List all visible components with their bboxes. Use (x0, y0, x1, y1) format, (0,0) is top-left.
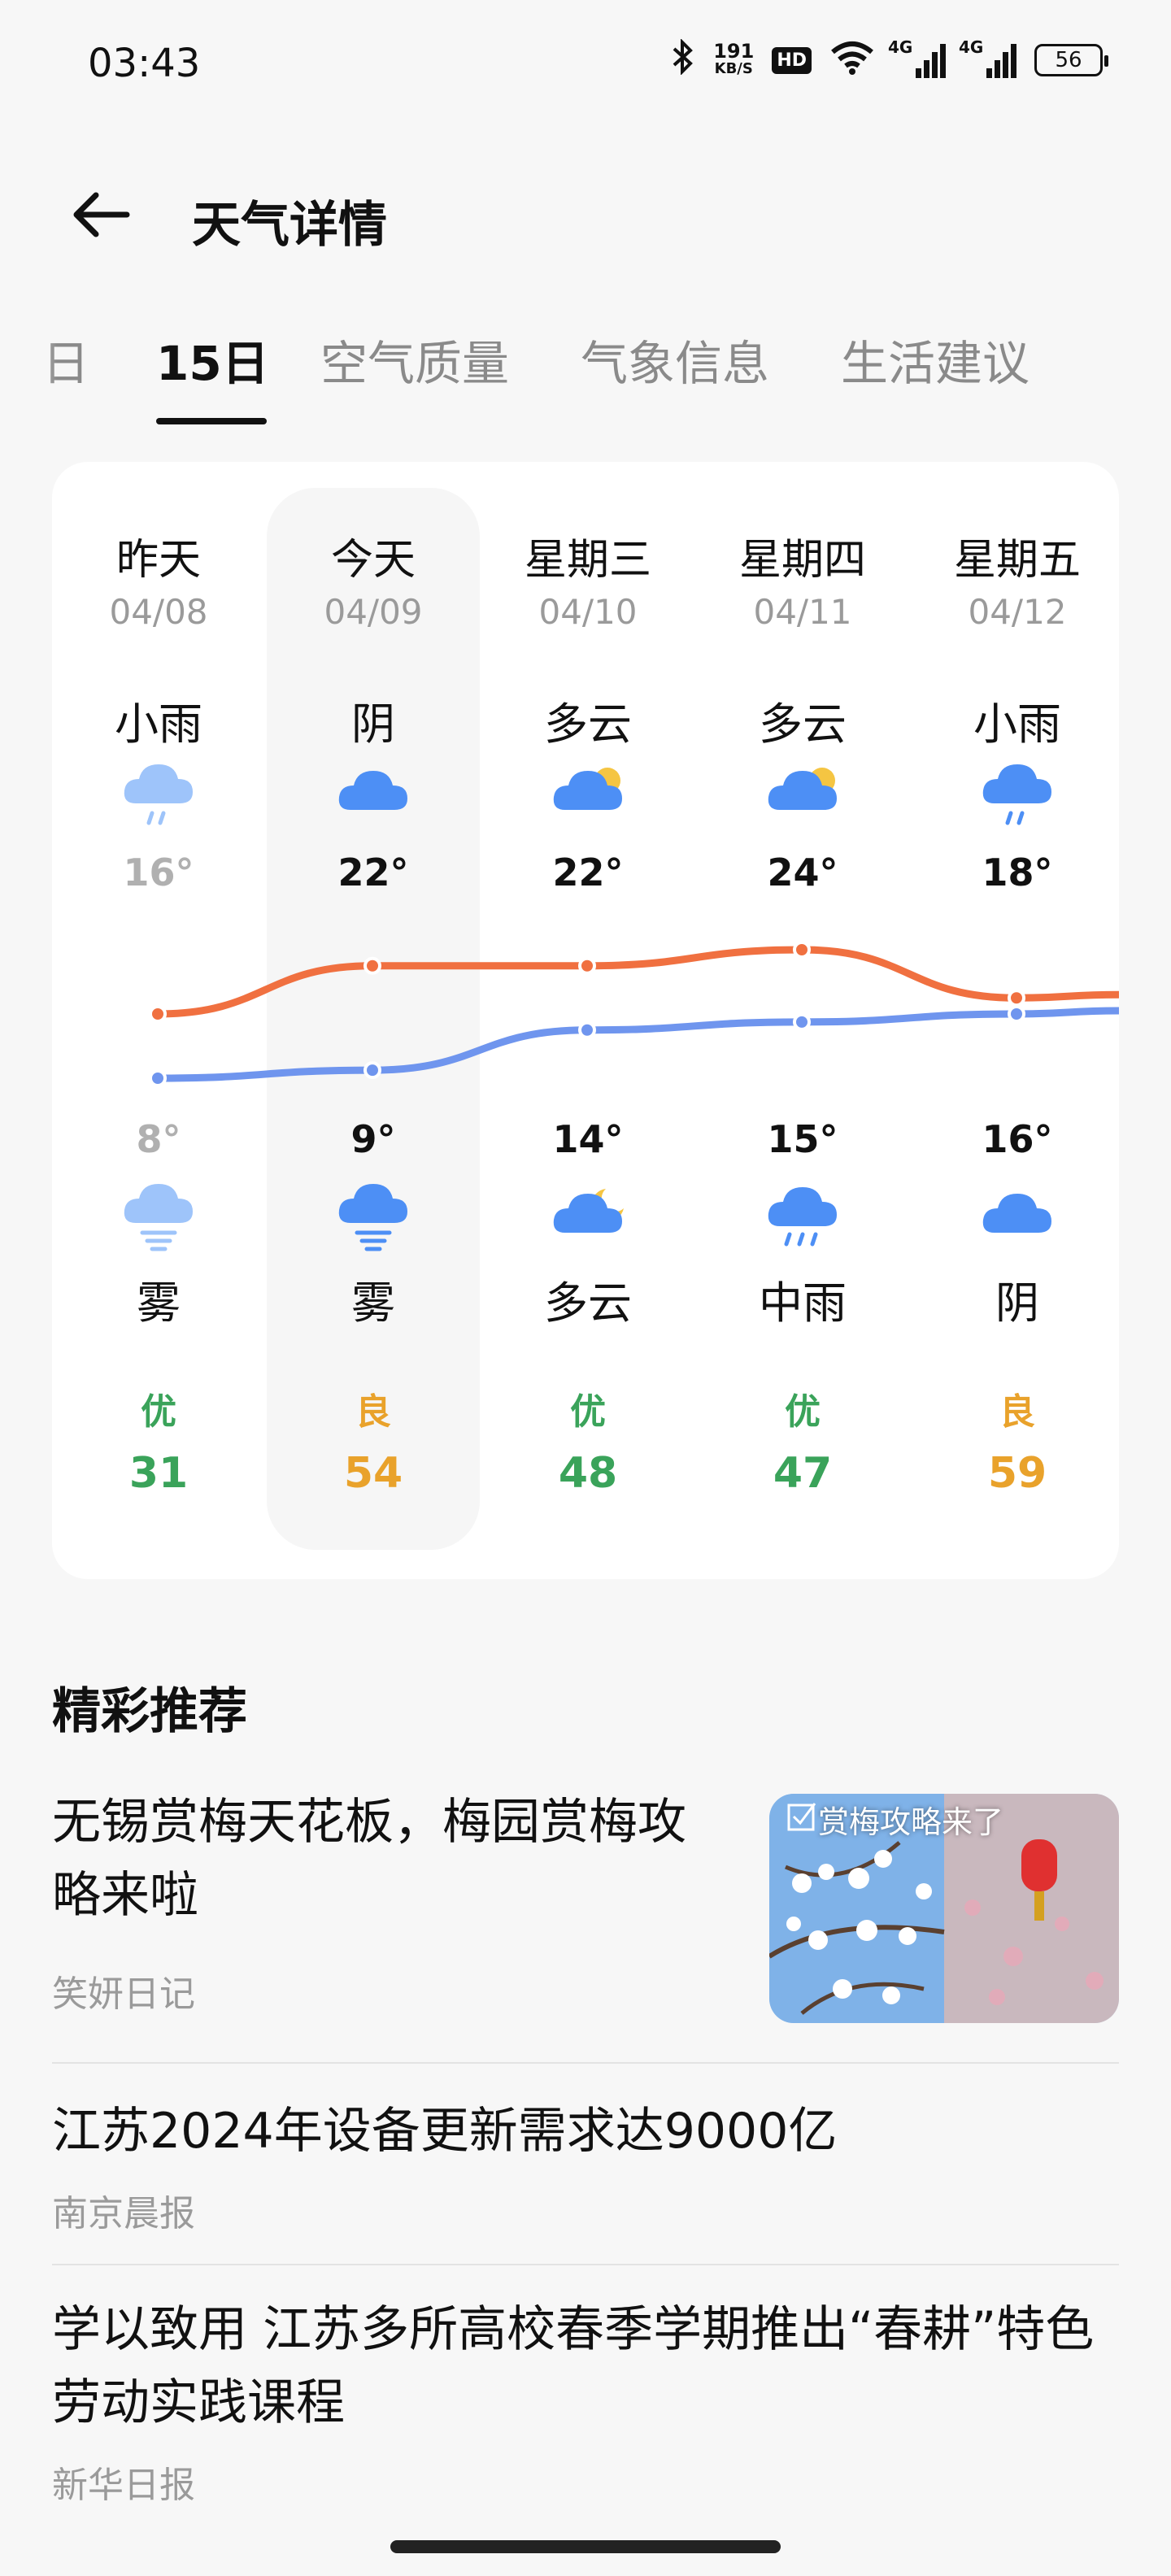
battery-level: 56 (1055, 48, 1082, 72)
hd-voice-icon: HD (772, 46, 812, 74)
cellular-signal-icon-2: 4G (959, 37, 1016, 78)
forecast-day-column[interactable]: 今天 04/09 阴 22° 9° 雾 良 54 (267, 462, 480, 1579)
news-source: 南京晨报 (52, 2193, 195, 2234)
low-temp: 16° (982, 1117, 1053, 1161)
tab-active-indicator (156, 418, 267, 424)
checkbox-icon (787, 1803, 816, 1831)
aqi-value: 47 (773, 1449, 833, 1498)
low-temp: 14° (552, 1117, 624, 1161)
news-title: 学以致用 江苏多所高校春季学期推出“春耕”特色劳动实践课程 (52, 2301, 1095, 2431)
news-source: 新华日报 (52, 2465, 195, 2506)
light-rain-icon (118, 753, 199, 834)
moderate-rain-icon (762, 1176, 843, 1257)
network-speed-value: 191 (713, 40, 755, 63)
day-condition: 多云 (759, 698, 847, 750)
night-condition: 雾 (351, 1277, 395, 1329)
low-temp: 9° (350, 1117, 396, 1161)
tab-weather-info[interactable]: 气象信息 (581, 325, 769, 394)
day-condition: 小雨 (973, 698, 1061, 750)
aqi-level: 优 (141, 1391, 176, 1433)
aqi-value: 48 (558, 1449, 618, 1498)
high-temp: 16° (123, 851, 194, 894)
night-condition: 中雨 (759, 1277, 847, 1329)
aqi-level: 优 (785, 1391, 821, 1433)
day-name: 昨天 (115, 536, 201, 585)
day-name: 星期四 (738, 536, 866, 585)
signal-type-label-2: 4G (959, 37, 984, 57)
fog-icon (118, 1176, 199, 1257)
status-bar: 03:43 191 KB/S HD 4G 4G 56 (0, 0, 1171, 130)
news-source: 笑妍日记 (52, 1973, 195, 2015)
day-name: 今天 (330, 536, 416, 585)
night-condition: 多云 (544, 1277, 632, 1329)
day-date: 04/09 (324, 592, 423, 632)
forecast-day-column[interactable]: 星期四 04/11 多云 24° 15° 中雨 优 47 (696, 462, 909, 1579)
overcast-icon (977, 1176, 1058, 1257)
forecast-day-column[interactable]: 星期三 04/10 多云 22° 14° 多云 优 48 (481, 462, 694, 1579)
aqi-level: 优 (570, 1391, 606, 1433)
news-item[interactable]: 江苏2024年设备更新需求达9000亿 南京晨报 (52, 2095, 1119, 2236)
forecast-day-column[interactable]: 星期五 04/12 小雨 18° 16° 阴 良 59 (911, 462, 1119, 1579)
aqi-value: 54 (343, 1449, 403, 1498)
forecast-card[interactable]: 昨天 04/08 小雨 16° 8° 雾 优 31 今天 04/09 阴 22° … (52, 462, 1119, 1579)
tab-life-advice[interactable]: 生活建议 (841, 325, 1030, 394)
day-condition: 阴 (351, 698, 395, 750)
thumbnail-caption: 赏梅攻略来了 (818, 1804, 1004, 1840)
divider (52, 2062, 1119, 2064)
partly-cloudy-day-icon (547, 753, 629, 834)
day-date: 04/10 (538, 592, 638, 632)
wifi-icon (829, 39, 875, 81)
news-thumbnail[interactable]: 赏梅攻略来了 (769, 1794, 1119, 2023)
aqi-level: 良 (355, 1391, 391, 1433)
status-icons: 191 KB/S HD 4G 4G 56 (671, 37, 1108, 81)
high-temp: 22° (337, 851, 409, 894)
signal-type-label-1: 4G (888, 37, 913, 57)
network-speed: 191 KB/S (713, 40, 755, 78)
day-date: 04/11 (753, 592, 852, 632)
day-date: 04/08 (109, 592, 208, 632)
page-title: 天气详情 (192, 197, 387, 254)
home-indicator[interactable] (390, 2540, 781, 2553)
aqi-level: 良 (999, 1391, 1035, 1433)
network-speed-unit: KB/S (714, 60, 753, 77)
tab-air-quality[interactable]: 空气质量 (320, 325, 509, 394)
tab-partial[interactable]: 日 (42, 325, 89, 394)
day-date: 04/12 (968, 592, 1067, 632)
overcast-icon (333, 753, 414, 834)
news-title: 江苏2024年设备更新需求达9000亿 (52, 2103, 838, 2160)
news-item[interactable]: 学以致用 江苏多所高校春季学期推出“春耕”特色劳动实践课程 新华日报 (52, 2293, 1119, 2508)
high-temp: 22° (552, 851, 624, 894)
tab-15-day[interactable]: 15日 (156, 325, 269, 394)
status-time: 03:43 (88, 41, 201, 86)
app-header: 天气详情 (0, 163, 1171, 260)
section-title: 精彩推荐 (52, 1683, 247, 1740)
night-condition: 雾 (137, 1277, 181, 1329)
partly-cloudy-day-icon (762, 753, 843, 834)
high-temp: 24° (767, 851, 838, 894)
divider (52, 2264, 1119, 2265)
forecast-day-column[interactable]: 昨天 04/08 小雨 16° 8° 雾 优 31 (52, 462, 265, 1579)
bluetooth-icon (671, 38, 695, 81)
day-condition: 多云 (544, 698, 632, 750)
arrow-left-icon (73, 192, 130, 237)
light-rain-icon (977, 753, 1058, 834)
partly-cloudy-night-icon (547, 1176, 629, 1257)
low-temp: 15° (767, 1117, 838, 1161)
cellular-signal-icon-1: 4G (888, 37, 946, 78)
battery-icon: 56 (1034, 44, 1108, 76)
night-condition: 阴 (995, 1277, 1039, 1329)
low-temp: 8° (136, 1117, 181, 1161)
back-button[interactable] (68, 182, 133, 247)
news-title: 无锡赏梅天花板，梅园赏梅攻略来啦 (52, 1794, 686, 1924)
day-name: 星期五 (953, 536, 1081, 585)
aqi-value: 59 (987, 1449, 1047, 1498)
tab-bar: 日 15日 空气质量 气象信息 生活建议 (0, 317, 1171, 431)
day-condition: 小雨 (115, 698, 202, 750)
fog-icon (333, 1176, 414, 1257)
news-item[interactable]: 无锡赏梅天花板，梅园赏梅攻略来啦 笑妍日记 (52, 1786, 719, 2017)
aqi-value: 31 (128, 1449, 189, 1498)
day-name: 星期三 (524, 536, 651, 585)
high-temp: 18° (982, 851, 1053, 894)
